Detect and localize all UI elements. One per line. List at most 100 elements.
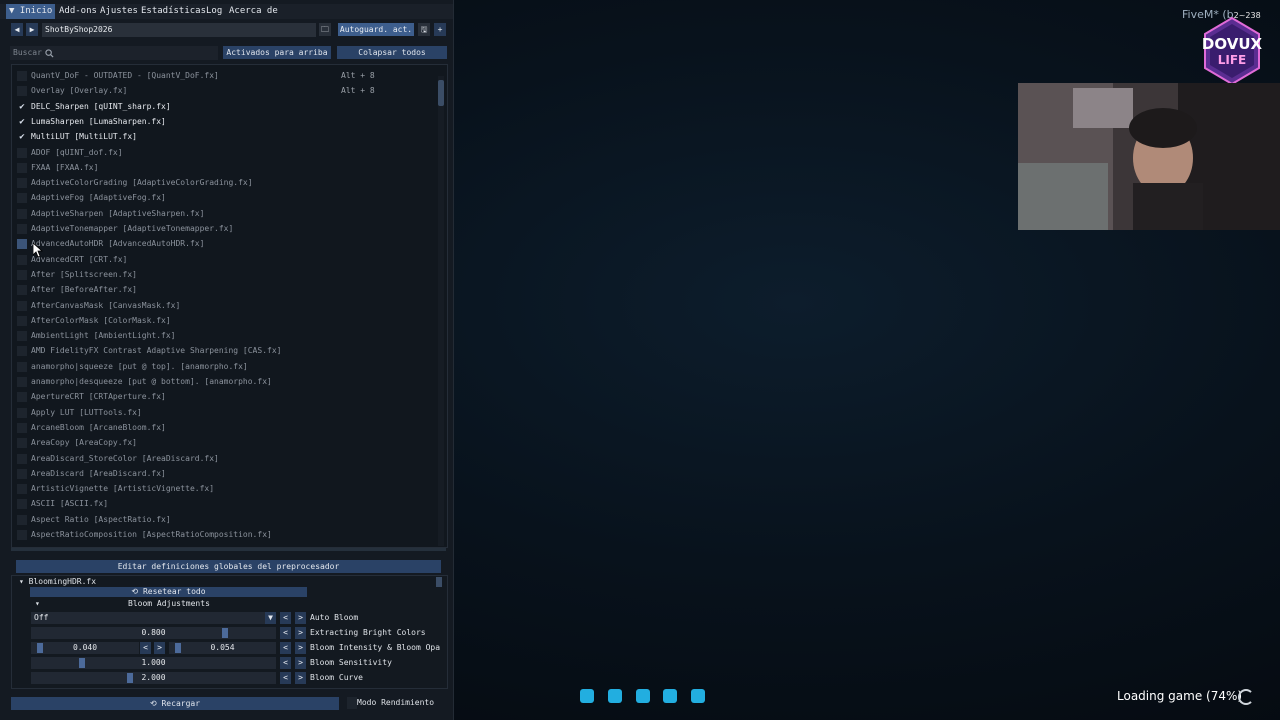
search-input[interactable]: Buscar	[10, 46, 218, 60]
effect-checkbox[interactable]	[17, 499, 27, 510]
effect-row[interactable]: After [Splitscreen.fx]	[12, 267, 432, 282]
effect-row[interactable]: AfterCanvasMask [CanvasMask.fx]	[12, 298, 432, 313]
scrollbar-thumb[interactable]	[438, 80, 444, 106]
effect-row[interactable]: ArtisticVignette [ArtisticVignette.fx]	[12, 481, 432, 496]
menu-ajustes[interactable]: Ajustes	[97, 4, 141, 19]
extracting-increase[interactable]: >	[295, 627, 306, 639]
preset-name-field[interactable]: ShotByShop2026	[42, 23, 316, 37]
effect-checkbox[interactable]	[17, 224, 27, 234]
effect-row[interactable]: AreaDiscard_StoreColor [AreaDiscard.fx]	[12, 451, 432, 466]
bloom-sensitivity-increase[interactable]: >	[295, 657, 306, 669]
effect-checkbox[interactable]	[17, 331, 27, 342]
effect-checkbox[interactable]	[17, 71, 27, 81]
effect-checkbox[interactable]	[17, 300, 27, 311]
effect-checkbox[interactable]	[17, 514, 27, 525]
performance-mode-checkbox[interactable]	[347, 697, 357, 709]
effect-checkbox[interactable]	[17, 254, 27, 265]
effect-checkbox[interactable]	[17, 86, 27, 97]
auto-bloom-increase[interactable]: >	[295, 612, 306, 624]
effect-row[interactable]: AfterColorMask [ColorMask.fx]	[12, 313, 432, 328]
bloom-opacity-slider[interactable]: 0.054	[169, 642, 276, 654]
combo-arrow-icon[interactable]: ▼	[265, 612, 276, 624]
effect-row[interactable]: ArcaneBloom [ArcaneBloom.fx]	[12, 420, 432, 435]
bloom-sensitivity-slider[interactable]: 1.000	[31, 657, 276, 669]
menu-inicio[interactable]: ▼ Inicio	[6, 4, 56, 19]
effect-checkbox[interactable]	[17, 193, 27, 204]
effect-checkbox[interactable]	[17, 407, 27, 418]
category-title[interactable]: Bloom Adjustments	[128, 598, 210, 610]
edit-global-preprocessor-button[interactable]: Editar definiciones globales del preproc…	[16, 560, 441, 573]
effect-row[interactable]: AdvancedAutoHDR [AdvancedAutoHDR.fx]	[12, 236, 432, 251]
effect-checkbox[interactable]	[17, 468, 27, 479]
reset-all-button[interactable]: ⟲ Resetear todo	[30, 587, 307, 597]
effect-checkbox[interactable]	[17, 162, 27, 173]
effect-checkbox[interactable]	[17, 361, 27, 372]
effect-row[interactable]: Aspect Ratio [AspectRatio.fx]	[12, 512, 432, 527]
effect-row[interactable]: QuantV_DoF - OUTDATED - [QuantV_DoF.fx] A…	[12, 68, 432, 83]
settings-scrollbar-thumb[interactable]	[436, 577, 442, 587]
bloom-sensitivity-decrease[interactable]: <	[280, 657, 291, 669]
effect-row[interactable]: AdvancedCRT [CRT.fx]	[12, 252, 432, 267]
extracting-bright-colors-slider[interactable]: 0.800	[31, 627, 276, 639]
effect-row[interactable]: ApertureCRT [CRTAperture.fx]	[12, 389, 432, 404]
effect-row[interactable]: AdaptiveColorGrading [AdaptiveColorGradi…	[12, 175, 432, 190]
effect-row[interactable]: AmbientLight [AmbientLight.fx]	[12, 328, 432, 343]
panel-splitter[interactable]	[11, 548, 446, 551]
extracting-decrease[interactable]: <	[280, 627, 291, 639]
effect-checkbox[interactable]	[17, 147, 27, 158]
menu-log[interactable]: Log	[203, 4, 225, 19]
add-preset-button[interactable]: +	[434, 23, 446, 36]
effect-row[interactable]: AdaptiveFog [AdaptiveFog.fx]	[12, 190, 432, 205]
bloom-opacity-decrease[interactable]: <	[280, 642, 291, 654]
save-preset-icon[interactable]: 🖫	[418, 23, 430, 36]
effect-row[interactable]: ✔ LumaSharpen [LumaSharpen.fx]	[12, 114, 432, 129]
effect-checkbox[interactable]	[17, 208, 27, 219]
previous-preset-button[interactable]: ◀	[11, 23, 23, 36]
folder-icon[interactable]: 🗀	[319, 23, 331, 36]
bloom-curve-increase[interactable]: >	[295, 672, 306, 684]
effect-checkbox[interactable]	[17, 285, 27, 296]
collapse-all-button[interactable]: Colapsar todos	[337, 46, 447, 59]
effect-row[interactable]: AreaCopy [AreaCopy.fx]	[12, 435, 432, 450]
effect-row[interactable]: anamorpho|squeeze [put @ top]. [anamorph…	[12, 359, 432, 374]
menu-addons[interactable]: Add-ons	[56, 4, 100, 19]
effect-checkbox[interactable]	[17, 346, 27, 357]
auto-bloom-combo[interactable]: Off	[31, 612, 276, 624]
effect-row[interactable]: FXAA [FXAA.fx]	[12, 160, 432, 175]
menu-estadisticas[interactable]: Estadísticas	[138, 4, 209, 19]
bloom-curve-decrease[interactable]: <	[280, 672, 291, 684]
active-to-top-button[interactable]: Activados para arriba	[223, 46, 331, 59]
effect-checkbox[interactable]	[17, 377, 27, 387]
bloom-opacity-increase[interactable]: >	[295, 642, 306, 654]
effect-row[interactable]: Apply LUT [LUTTools.fx]	[12, 405, 432, 420]
next-preset-button[interactable]: ▶	[26, 23, 38, 36]
effect-checkbox[interactable]	[17, 239, 27, 250]
effect-row[interactable]: AMD FidelityFX Contrast Adaptive Sharpen…	[12, 343, 432, 358]
effect-checkbox[interactable]	[17, 392, 27, 403]
effect-checkbox[interactable]	[17, 530, 27, 540]
menu-acerca-de[interactable]: Acerca de	[226, 4, 281, 19]
effect-row[interactable]: ✔ MultiLUT [MultiLUT.fx]	[12, 129, 432, 144]
effect-row[interactable]: AdaptiveTonemapper [AdaptiveTonemapper.f…	[12, 221, 432, 236]
effect-checkbox[interactable]	[17, 484, 27, 495]
bloom-intensity-decrease[interactable]: <	[140, 642, 151, 654]
effect-checkbox[interactable]	[17, 438, 27, 449]
effect-row[interactable]: anamorpho|desqueeze [put @ bottom]. [ana…	[12, 374, 432, 389]
effect-checkbox[interactable]	[17, 422, 27, 433]
effect-checkbox[interactable]	[17, 178, 27, 189]
reload-button[interactable]: ⟲ Recargar	[11, 697, 339, 710]
effect-row[interactable]: ✔ DELC_Sharpen [qUINT_sharp.fx]	[12, 99, 432, 114]
effect-checkbox[interactable]	[17, 315, 27, 326]
effect-checkbox-checked[interactable]: ✔	[17, 132, 27, 142]
autosave-button[interactable]: Autoguard. act.	[338, 23, 414, 36]
effect-row[interactable]: ADOF [qUINT_dof.fx]	[12, 145, 432, 160]
effect-row[interactable]: ASCII [ASCII.fx]	[12, 496, 432, 511]
category-collapse-icon[interactable]: ▾	[35, 598, 40, 610]
effect-checkbox-checked[interactable]: ✔	[17, 117, 27, 127]
auto-bloom-decrease[interactable]: <	[280, 612, 291, 624]
effect-row[interactable]: AreaDiscard [AreaDiscard.fx]	[12, 466, 432, 481]
effect-checkbox[interactable]	[17, 453, 27, 464]
effect-row[interactable]: AspectRatioComposition [AspectRatioCompo…	[12, 527, 432, 542]
effect-row[interactable]: After [BeforeAfter.fx]	[12, 282, 432, 297]
bloom-intensity-slider[interactable]: 0.040	[31, 642, 139, 654]
